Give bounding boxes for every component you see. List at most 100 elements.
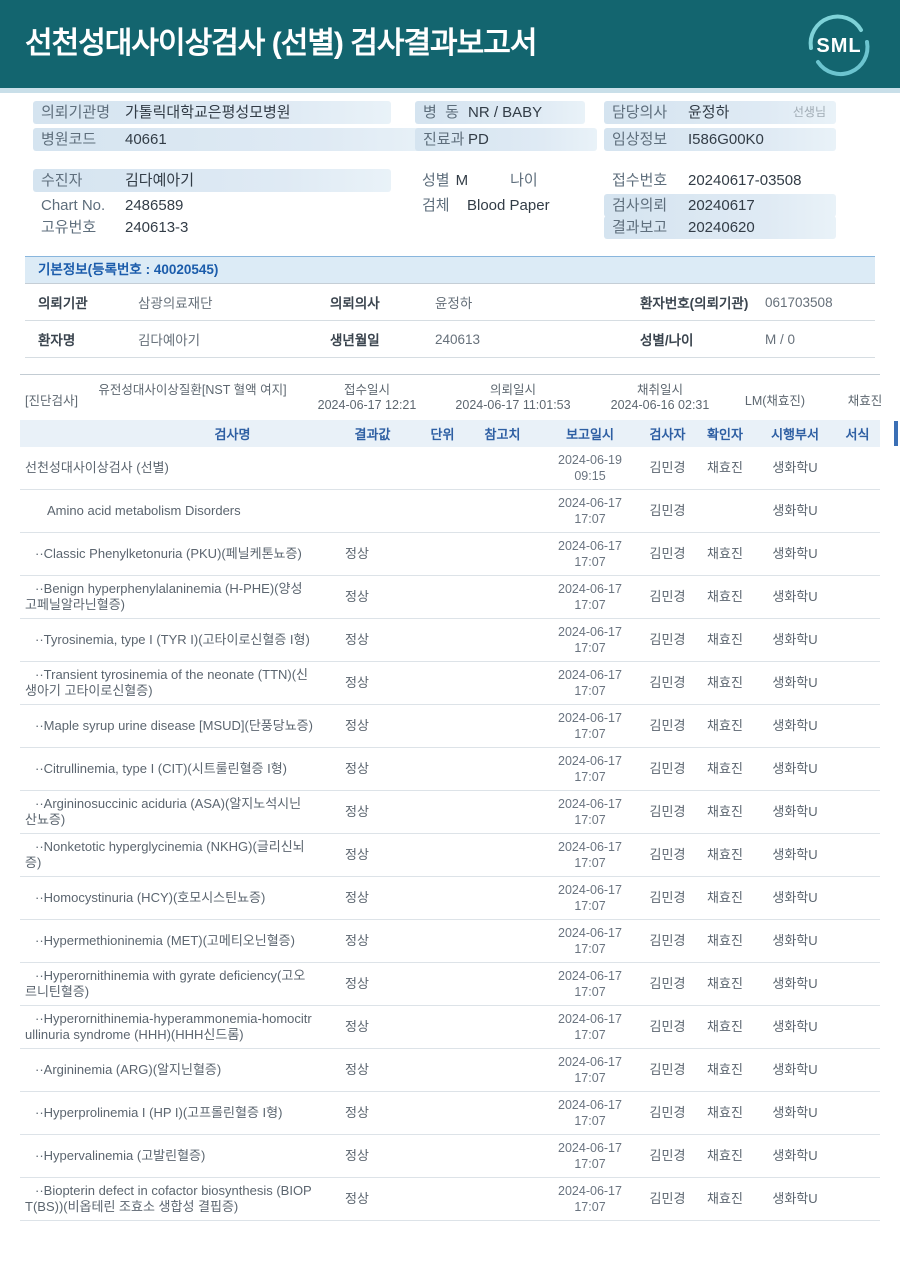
report-date: 2024-06-17	[558, 668, 622, 682]
field-label: 진료과	[423, 131, 465, 148]
basic-value: 윤정하	[435, 296, 473, 311]
table-row: ··Citrullinemia, type I (CIT)(시트룰린혈증 I형)…	[20, 748, 880, 791]
field-value: PD	[468, 131, 489, 148]
test-name-cell: ··Nonketotic hyperglycinemia (NKHG)(글리신뇌…	[25, 839, 305, 870]
field-label: 병 동	[423, 104, 459, 121]
report-date: 2024-06-17	[558, 1098, 622, 1112]
field-label: 나이	[510, 172, 538, 189]
table-row: ··Tyrosinemia, type I (TYR I)(고타이로신혈증 I형…	[20, 619, 880, 662]
report-time: 17:07	[574, 598, 606, 612]
field-value: NR / BABY	[468, 104, 543, 121]
report-time: 17:07	[574, 856, 606, 870]
column-header-department: 시행부서	[771, 427, 819, 442]
department-cell: 생화학U	[772, 503, 818, 518]
test-name-cell: ··Maple syrup urine disease [MSUD](단풍당뇨증…	[35, 718, 313, 733]
tester-cell: 김민경	[649, 1062, 686, 1077]
confirmer-cell: 채효진	[707, 1105, 743, 1120]
field-label: 접수번호	[612, 172, 668, 189]
field-value: M	[455, 172, 469, 189]
field-hospital-code: 병원코드 40661	[33, 128, 447, 151]
department-cell: 생화학U	[772, 675, 818, 690]
basic-value: M / 0	[765, 331, 796, 347]
tester-cell: 김민경	[649, 933, 686, 948]
field-label: 의뢰기관명	[41, 104, 111, 121]
department-cell: 생화학U	[772, 847, 818, 862]
basic-label: 성별/나이	[640, 333, 694, 348]
result-cell: 정상	[345, 546, 369, 561]
report-datetime-cell: 2024-06-17 17:07	[540, 1054, 640, 1086]
field-unique-no: 고유번호 240613-3	[33, 216, 391, 239]
report-time: 17:07	[574, 942, 606, 956]
report-date: 2024-06-17	[558, 969, 622, 983]
test-name-cell: ··Homocystinuria (HCY)(호모시스틴뇨증)	[35, 890, 266, 905]
column-header-unit: 단위	[430, 427, 455, 442]
report-time: 17:07	[574, 1114, 606, 1128]
basic-value: 061703508	[765, 294, 833, 310]
field-value: 김다예아기	[125, 172, 195, 189]
confirmer-cell: 채효진	[707, 546, 743, 561]
column-header-tester: 검사자	[649, 427, 686, 442]
result-cell: 정상	[345, 804, 369, 819]
report-time: 17:07	[574, 684, 606, 698]
test-name-cell: ··Biopterin defect in cofactor biosynthe…	[25, 1183, 312, 1214]
field-label: 결과보고	[612, 219, 668, 236]
tester-cell: 김민경	[649, 976, 686, 991]
field-requesting-org: 의뢰기관명 가톨릭대학교은평성모병원	[33, 101, 391, 124]
confirmer-cell: 채효진	[707, 761, 743, 776]
confirmer-cell: 채효진	[707, 976, 743, 991]
doctor-honorific: 선생님	[792, 105, 826, 119]
department-cell: 생화학U	[772, 460, 818, 475]
field-label: 병원코드	[41, 131, 97, 148]
diag-collector: LM(채효진)	[744, 394, 806, 408]
confirmer-cell: 채효진	[707, 890, 743, 905]
field-value: 윤정하	[688, 104, 730, 121]
field-value: 2486589	[125, 197, 184, 214]
confirmer-cell: 채효진	[707, 632, 743, 647]
sml-logo-text: SML	[816, 35, 861, 57]
test-name-cell: ··Tyrosinemia, type I (TYR I)(고타이로신혈증 I형…	[35, 632, 310, 647]
header-underline	[0, 88, 900, 93]
field-value: 40661	[125, 131, 167, 148]
field-label: Chart No.	[41, 197, 106, 214]
report-time: 09:15	[574, 469, 606, 483]
department-cell: 생화학U	[772, 761, 818, 776]
test-name-cell: ··Hyperprolinemia I (HP I)(고프롤린혈증 I형)	[35, 1105, 283, 1120]
report-datetime-cell: 2024-06-17 17:07	[540, 925, 640, 957]
tester-cell: 김민경	[649, 1148, 686, 1163]
report-date: 2024-06-17	[558, 539, 622, 553]
department-cell: 생화학U	[772, 1062, 818, 1077]
department-cell: 생화학U	[772, 804, 818, 819]
confirmer-cell: 채효진	[707, 1019, 743, 1034]
report-datetime-cell: 2024-06-17 17:07	[540, 667, 640, 699]
report-datetime-cell: 2024-06-17 17:07	[540, 968, 640, 1000]
department-cell: 생화학U	[772, 546, 818, 561]
table-row: Amino acid metabolism Disorders 2024-06-1…	[20, 490, 880, 533]
report-datetime-cell: 2024-06-17 17:07	[540, 581, 640, 613]
field-value: Blood Paper	[467, 197, 550, 214]
test-name-cell: ··Hyperornithinemia with gyrate deficien…	[25, 968, 306, 999]
report-time: 17:07	[574, 985, 606, 999]
result-cell: 정상	[345, 718, 369, 733]
confirmer-cell: 채효진	[707, 675, 743, 690]
field-label: 검체	[422, 197, 450, 214]
report-date: 2024-06-17	[558, 926, 622, 940]
basic-label: 의뢰기관	[38, 296, 88, 311]
table-row: ··Hyperornithinemia with gyrate deficien…	[20, 963, 880, 1006]
basic-label: 환자번호(의뢰기관)	[640, 296, 749, 311]
diag-requested-label: 의뢰일시	[489, 383, 536, 397]
report-date: 2024-06-17	[558, 883, 622, 897]
department-cell: 생화학U	[772, 890, 818, 905]
field-label: 성별	[422, 172, 450, 189]
test-name-cell: ··Benign hyperphenylalaninemia (H-PHE)(양…	[25, 581, 303, 612]
diag-test-group: 유전성대사이상질환[NST 혈액 여지]	[98, 383, 287, 397]
field-chart-no: Chart No. 2486589	[33, 194, 391, 217]
report-datetime-cell: 2024-06-17 17:07	[540, 839, 640, 871]
confirmer-cell: 채효진	[707, 589, 743, 604]
report-datetime-cell: 2024-06-17 17:07	[540, 624, 640, 656]
report-date: 2024-06-17	[558, 496, 622, 510]
confirmer-cell: 채효진	[707, 804, 743, 819]
report-time: 17:07	[574, 555, 606, 569]
result-cell: 정상	[345, 1148, 369, 1163]
test-name-cell: 선천성대사이상검사 (선별)	[25, 460, 169, 475]
report-date: 2024-06-17	[558, 840, 622, 854]
